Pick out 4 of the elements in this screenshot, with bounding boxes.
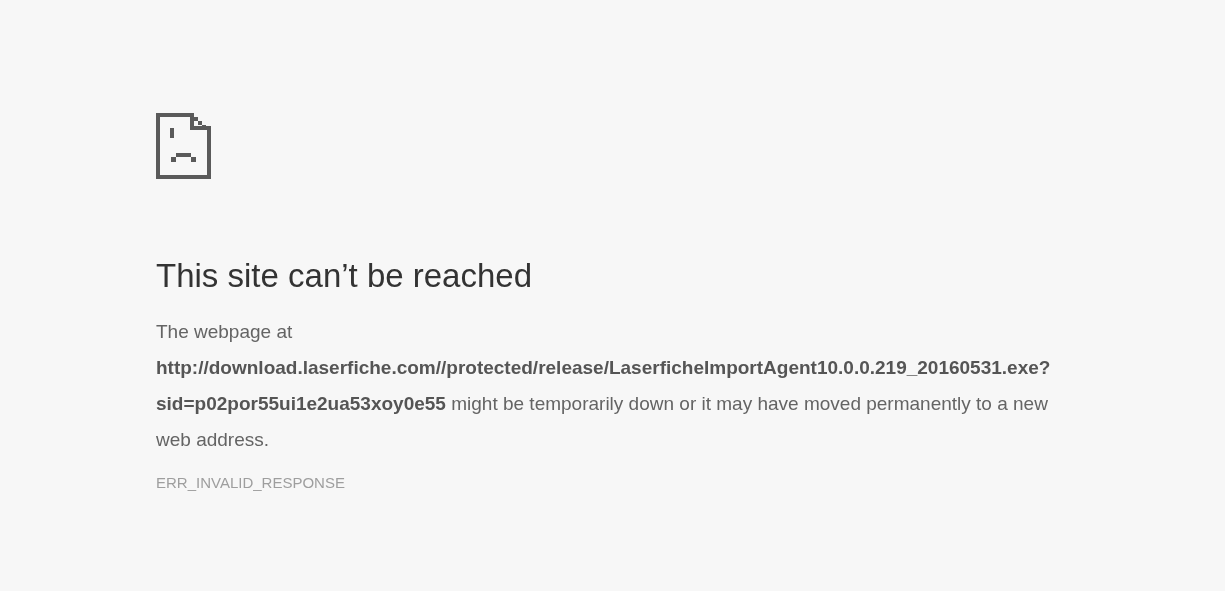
sad-page-icon xyxy=(156,113,211,179)
error-code: ERR_INVALID_RESPONSE xyxy=(156,474,346,491)
error-heading: This site can’t be reached xyxy=(156,256,534,296)
error-message: The webpage at http://download.laserfiche.com//protected/release/LaserficheImportAgent10.0.0.219_20160531.exe?sid=p02por55ui1e2ua53xoy0e55 might be temporarily down or it may have moved permanently to a new web address. xyxy=(156,320,1052,452)
